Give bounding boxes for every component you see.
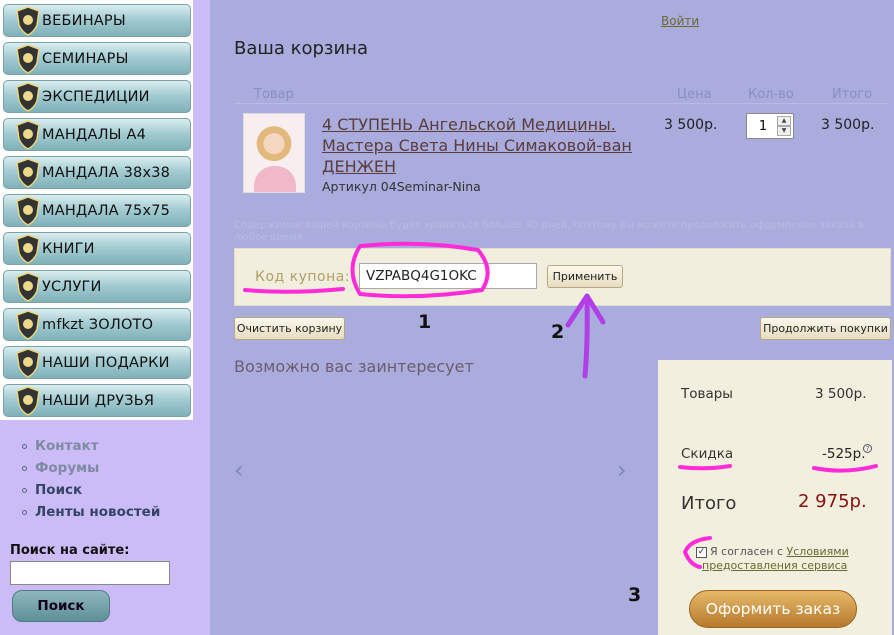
menu-item-mandalas-a4[interactable]: МАНДАЛЫ А4	[3, 118, 191, 151]
shield-icon	[16, 43, 40, 74]
shield-icon	[16, 271, 40, 302]
agree-text: Я согласен с Условиями	[710, 545, 849, 558]
bullet-icon	[22, 487, 27, 493]
sidebar-link-search[interactable]: Поиск	[22, 479, 160, 501]
continue-shopping-button[interactable]: Продолжить покупки	[760, 317, 891, 340]
product-sku: Артикул 04Seminar-Nina	[322, 179, 481, 194]
checkout-button[interactable]: Оформить заказ	[689, 590, 857, 628]
terms-link[interactable]: Условиями	[787, 545, 849, 558]
quantity-input[interactable]	[751, 118, 775, 135]
shield-icon	[16, 309, 40, 340]
terms-link-continued[interactable]: предоставления сервиса	[702, 559, 847, 572]
chevron-down-icon[interactable]: ▼	[777, 126, 791, 136]
discount-label: Скидка	[681, 446, 734, 462]
coupon-input[interactable]	[359, 263, 537, 289]
help-icon[interactable]: ?	[863, 444, 872, 453]
site-search-input[interactable]	[10, 561, 170, 585]
column-header-product: Товар	[254, 87, 294, 102]
carousel-next-icon[interactable]: ›	[617, 456, 627, 484]
coupon-label: Код купона:	[255, 269, 351, 285]
agree-checkbox[interactable]: ✓	[696, 547, 707, 558]
annotation-number-3: 3	[628, 584, 642, 606]
quantity-spin[interactable]: ▲ ▼	[777, 116, 791, 136]
site-search-label: Поиск на сайте:	[10, 543, 130, 558]
shield-icon	[16, 385, 40, 416]
bullet-icon	[22, 443, 27, 449]
goods-label: Товары	[681, 386, 733, 402]
column-header-total: Итого	[832, 87, 873, 102]
menu-item-expeditions[interactable]: ЭКСПЕДИЦИИ	[3, 80, 191, 113]
shield-icon	[16, 157, 40, 188]
product-name-link[interactable]: 4 СТУПЕНЬ Ангельской Медицины. Мастера С…	[322, 114, 652, 177]
column-header-price: Цена	[677, 87, 712, 102]
shield-icon	[16, 81, 40, 112]
menu-item-webinars[interactable]: ВЕБИНАРЫ	[3, 4, 191, 37]
page-title: Ваша корзина	[234, 38, 368, 59]
product-thumbnail[interactable]	[243, 113, 305, 193]
annotation-number-2: 2	[551, 321, 565, 343]
chevron-up-icon[interactable]: ▲	[777, 116, 791, 126]
total-label: Итого	[681, 493, 737, 514]
site-search-button[interactable]: Поиск	[12, 590, 110, 622]
menu-item-mandala-38[interactable]: МАНДАЛА 38x38	[3, 156, 191, 189]
goods-value: 3 500р.	[815, 386, 867, 402]
shield-icon	[16, 195, 40, 226]
annotation-number-1: 1	[418, 311, 432, 333]
quantity-stepper[interactable]: ▲ ▼	[746, 113, 794, 139]
shield-icon	[16, 233, 40, 264]
menu-item-mandala-75[interactable]: МАНДАЛА 75x75	[3, 194, 191, 227]
header-divider	[234, 103, 889, 104]
carousel-prev-icon[interactable]: ‹	[234, 456, 244, 484]
coupon-panel: Код купона: Применить	[234, 248, 891, 306]
apply-coupon-button[interactable]: Применить	[547, 265, 623, 288]
recommendations-title: Возможно вас заинтересует	[234, 357, 474, 376]
menu-item-gifts[interactable]: НАШИ ПОДАРКИ	[3, 346, 191, 379]
sidebar-link-contact[interactable]: Контакт	[22, 435, 160, 457]
order-summary: Товары 3 500р. Скидка -525р. ? Итого 2 9…	[658, 360, 892, 635]
item-price: 3 500р.	[664, 117, 718, 133]
bullet-icon	[22, 465, 27, 471]
cart-storage-notice: Содержимое вашей корзины будет храниться…	[234, 220, 864, 243]
login-link[interactable]: Войти	[661, 14, 699, 28]
shield-icon	[16, 347, 40, 378]
sidebar-links: Контакт Форумы Поиск Ленты новостей	[22, 435, 160, 523]
menu-item-friends[interactable]: НАШИ ДРУЗЬЯ	[3, 384, 191, 417]
shield-icon	[16, 5, 40, 36]
shield-icon	[16, 119, 40, 150]
clear-cart-button[interactable]: Очистить корзину	[234, 317, 345, 340]
menu-item-gold[interactable]: mfkzt ЗОЛОТО	[3, 308, 191, 341]
column-header-qty: Кол-во	[748, 87, 794, 102]
cart-main: Войти Ваша корзина Товар Цена Кол-во Ито…	[210, 0, 894, 635]
item-total: 3 500р.	[821, 117, 875, 133]
total-value: 2 975р.	[798, 491, 867, 512]
sidebar-link-feeds[interactable]: Ленты новостей	[22, 501, 160, 523]
menu-item-seminars[interactable]: СЕМИНАРЫ	[3, 42, 191, 75]
sidebar-link-forums[interactable]: Форумы	[22, 457, 160, 479]
discount-value: -525р.	[822, 446, 866, 462]
menu-item-services[interactable]: УСЛУГИ	[3, 270, 191, 303]
bullet-icon	[22, 509, 27, 515]
menu-item-books[interactable]: КНИГИ	[3, 232, 191, 265]
